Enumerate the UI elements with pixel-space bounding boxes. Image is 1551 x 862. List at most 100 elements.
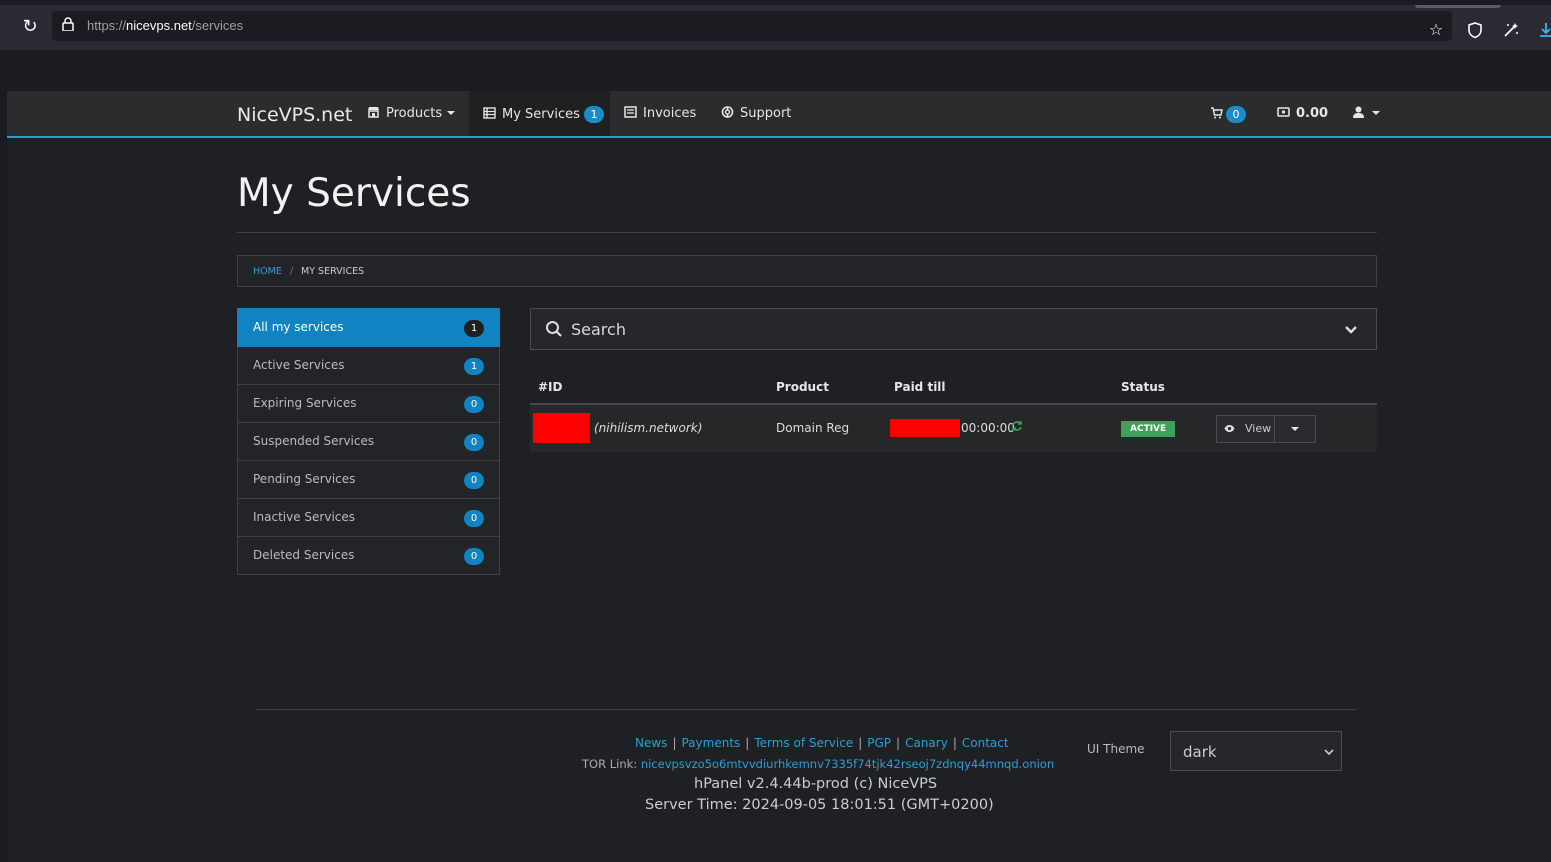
lifebuoy-icon [721, 106, 734, 118]
view-button[interactable]: View [1217, 416, 1275, 442]
row-actions-dropdown[interactable] [1275, 416, 1315, 442]
filter-count-badge: 1 [464, 320, 484, 337]
paid-till-time: 00:00:00 [961, 421, 1015, 435]
ui-theme-select[interactable]: dark [1170, 731, 1342, 771]
search-panel-toggle[interactable]: Search [530, 308, 1377, 350]
top-navbar: NiceVPS.net Products My Services 1 Invoi… [7, 91, 1551, 138]
server-time: Server Time: 2024-09-05 18:01:51 (GMT+02… [645, 797, 994, 813]
divider [237, 232, 1377, 233]
user-icon [1353, 106, 1364, 118]
nav-cart[interactable]: 0 [1210, 91, 1246, 136]
filter-label: All my services [253, 320, 344, 334]
url-text: https://nicevps.net/services [87, 18, 243, 33]
filter-deleted-services[interactable]: Deleted Services 0 [237, 537, 500, 575]
tor-label: TOR Link: [582, 757, 638, 771]
filter-all-services[interactable]: All my services 1 [237, 308, 500, 347]
version-text: hPanel v2.4.44b-prod (c) NiceVPS [694, 776, 938, 792]
nav-support-label: Support [740, 106, 792, 121]
view-button-label: View [1245, 422, 1272, 435]
extensions-sparkle-icon[interactable] [1502, 21, 1520, 39]
filter-label: Deleted Services [253, 548, 355, 562]
service-domain[interactable]: (nihilism.network) [594, 421, 702, 435]
col-status-header[interactable]: Status [1121, 380, 1165, 394]
cart-icon [1211, 107, 1223, 119]
status-badge: ACTIVE [1121, 421, 1176, 437]
filter-label: Active Services [253, 358, 345, 372]
filter-count-badge: 0 [464, 396, 484, 413]
footer-link-terms[interactable]: Terms of Service [754, 736, 853, 750]
breadcrumb: HOME / MY SERVICES [237, 255, 1377, 287]
filter-count-badge: 0 [464, 510, 484, 527]
footer-link-news[interactable]: News [635, 736, 667, 750]
chevron-down-icon [1291, 427, 1299, 431]
download-icon[interactable] [1537, 21, 1551, 39]
nav-invoices[interactable]: Invoices [624, 91, 696, 136]
address-bar[interactable]: https://nicevps.net/services [52, 11, 1452, 41]
my-services-count-badge: 1 [584, 106, 605, 123]
breadcrumb-home[interactable]: HOME [253, 266, 282, 277]
table-header: #ID Product Paid till Status [530, 371, 1377, 405]
nav-products[interactable]: Products [359, 91, 465, 136]
nav-products-label: Products [386, 106, 443, 121]
bookmark-star-icon[interactable]: ☆ [1427, 21, 1445, 39]
ui-theme-label: UI Theme [1087, 742, 1145, 756]
eye-icon [1224, 425, 1235, 432]
url-path: /services [191, 18, 244, 33]
separator: | [952, 736, 957, 750]
invoice-icon [624, 106, 637, 118]
search-icon [546, 321, 562, 337]
store-icon [368, 107, 379, 118]
row-action-group: View [1216, 415, 1316, 443]
footer-link-pgp[interactable]: PGP [867, 736, 891, 750]
services-table: #ID Product Paid till Status (nihilism.n… [530, 371, 1377, 452]
nav-account-menu[interactable] [1352, 91, 1380, 136]
lock-icon [62, 17, 74, 31]
page-content: NiceVPS.net Products My Services 1 Invoi… [7, 91, 1551, 862]
table-row[interactable]: (nihilism.network) Domain Reg 00:00:00 A… [530, 405, 1377, 452]
chevron-down-icon [1345, 326, 1357, 334]
chevron-down-icon [1324, 749, 1334, 756]
tab-indicator [1415, 5, 1501, 8]
breadcrumb-current: MY SERVICES [301, 266, 365, 277]
browser-toolbar: ↻ https://nicevps.net/services ☆ [0, 0, 1551, 50]
separator: | [858, 736, 863, 750]
search-label: Search [571, 320, 626, 339]
tor-link[interactable]: nicevpsvzo5o6mtvvdiurhkemnv7335f74tjk42r… [641, 757, 1054, 771]
filter-active-services[interactable]: Active Services 1 [237, 347, 500, 385]
nav-balance[interactable]: 0.00 [1277, 91, 1328, 136]
nav-support[interactable]: Support [721, 91, 791, 136]
redacted-date [890, 419, 960, 437]
col-id-header[interactable]: #ID [538, 380, 562, 394]
filter-count-badge: 1 [464, 358, 484, 375]
separator: | [745, 736, 750, 750]
filter-suspended-services[interactable]: Suspended Services 0 [237, 423, 500, 461]
chevron-down-icon [1372, 111, 1380, 115]
nav-my-services[interactable]: My Services 1 [469, 91, 610, 136]
renew-refresh-icon[interactable] [1011, 420, 1023, 432]
ui-theme-value: dark [1183, 743, 1217, 761]
reload-icon[interactable]: ↻ [20, 17, 40, 37]
filter-pending-services[interactable]: Pending Services 0 [237, 461, 500, 499]
cart-count-badge: 0 [1226, 106, 1246, 123]
chevron-down-icon [447, 111, 456, 115]
url-prefix: https:// [87, 18, 127, 33]
col-paid-till-header[interactable]: Paid till [894, 380, 946, 394]
footer-link-canary[interactable]: Canary [905, 736, 948, 750]
filter-count-badge: 0 [464, 472, 484, 489]
footer-links: News | Payments | Terms of Service | PGP | Canar… [635, 736, 1009, 750]
filter-inactive-services[interactable]: Inactive Services 0 [237, 499, 500, 537]
filter-label: Suspended Services [253, 434, 375, 448]
tor-link-line: TOR Link: nicevpsvzo5o6mtvvdiurhkemnv733… [582, 757, 1054, 771]
list-icon [483, 107, 496, 119]
footer-link-payments[interactable]: Payments [681, 736, 740, 750]
redacted-id [533, 413, 590, 443]
filter-expiring-services[interactable]: Expiring Services 0 [237, 385, 500, 423]
brand-logo[interactable]: NiceVPS.net [237, 104, 352, 126]
col-product-header[interactable]: Product [776, 380, 829, 394]
url-domain: nicevps.net [126, 18, 192, 33]
footer-link-contact[interactable]: Contact [962, 736, 1009, 750]
filter-label: Expiring Services [253, 396, 357, 410]
shield-icon[interactable] [1466, 21, 1484, 39]
nav-my-services-label: My Services [502, 107, 580, 122]
separator: | [672, 736, 677, 750]
